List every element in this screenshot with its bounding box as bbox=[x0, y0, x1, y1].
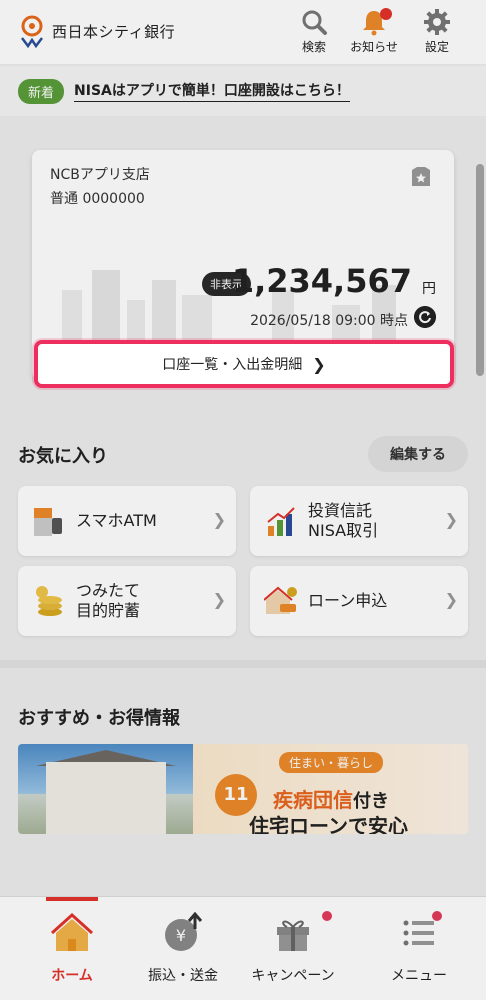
bank-logo: 西日本シティ銀行 bbox=[18, 14, 175, 48]
favorite-tile-loan-application[interactable]: ローン申込 ❯ bbox=[250, 566, 468, 636]
favorite-tile-savings[interactable]: つみたて 目的貯蓄 ❯ bbox=[18, 566, 236, 636]
bank-logo-icon bbox=[21, 15, 43, 48]
scrollbar[interactable] bbox=[476, 164, 484, 376]
notification-dot bbox=[380, 8, 392, 20]
nav-transfer-label: 振込・送金 bbox=[148, 968, 218, 984]
chart-icon bbox=[267, 507, 295, 536]
favorite-tile-smartphone-atm[interactable]: スマホATM ❯ bbox=[18, 486, 236, 556]
branch-name: NCBアプリ支店 bbox=[50, 167, 150, 183]
svg-text:¥: ¥ bbox=[176, 926, 186, 945]
favorite-tile-investment-trust[interactable]: 投資信託 NISA取引 ❯ bbox=[250, 486, 468, 556]
banner-headline-main: 疾病団信 bbox=[273, 788, 353, 812]
house-photo bbox=[18, 744, 193, 834]
bottom-navigation: ホーム ¥ 振込・送金 キャンペーン メニュー bbox=[0, 896, 486, 1000]
gift-icon bbox=[277, 920, 309, 951]
notifications-label: お知らせ bbox=[350, 40, 398, 54]
search-label: 検索 bbox=[301, 40, 326, 54]
favorite-label: ローン申込 bbox=[308, 591, 388, 610]
shirt-star-icon[interactable] bbox=[408, 164, 434, 190]
nav-campaign[interactable]: キャンペーン bbox=[238, 911, 348, 985]
news-link[interactable]: NISAはアプリで簡単！口座開設はこちら！ bbox=[74, 80, 350, 102]
new-badge: 新着 bbox=[18, 78, 65, 104]
chevron-right-icon: ❯ bbox=[444, 510, 458, 529]
housing-loan-banner[interactable]: 住まい・暮らし 11 疾病団信付き 住宅ローンで安心 bbox=[18, 744, 468, 834]
edit-favorites-button[interactable]: 編集する bbox=[368, 436, 468, 472]
chevron-right-icon: ❯ bbox=[212, 510, 226, 529]
search-icon bbox=[302, 10, 327, 35]
coins-icon bbox=[36, 586, 62, 616]
bank-name: 西日本シティ銀行 bbox=[52, 22, 176, 41]
nav-menu-label: メニュー bbox=[391, 968, 447, 984]
menu-notification-dot bbox=[432, 911, 442, 921]
nav-home[interactable]: ホーム bbox=[17, 911, 127, 985]
banner-category-tag: 住まい・暮らし bbox=[279, 752, 384, 773]
atm-icon bbox=[34, 508, 62, 536]
yen-transfer-icon: ¥ bbox=[165, 911, 203, 951]
chevron-right-icon: ❯ bbox=[212, 590, 226, 609]
settings-button[interactable]: 設定 bbox=[411, 8, 463, 55]
nav-campaign-label: キャンペーン bbox=[251, 968, 335, 984]
chevron-right-icon: ❯ bbox=[312, 354, 326, 374]
section-divider bbox=[0, 660, 486, 668]
house-wall bbox=[46, 762, 166, 834]
home-icon bbox=[50, 912, 94, 951]
banner-headline-sub: 付き bbox=[353, 791, 389, 812]
nav-transfer[interactable]: ¥ 振込・送金 bbox=[128, 911, 238, 985]
search-button[interactable]: 検索 bbox=[288, 8, 340, 55]
favorites-title: お気に入り bbox=[18, 446, 108, 467]
chevron-right-icon: ❯ bbox=[444, 590, 458, 609]
account-number: 普通 0000000 bbox=[50, 191, 145, 207]
currency-unit: 円 bbox=[422, 281, 436, 297]
favorite-label: 投資信託 NISA取引 bbox=[308, 501, 379, 540]
account-balance: 1,234,567 bbox=[231, 262, 412, 300]
refresh-icon[interactable] bbox=[414, 306, 436, 328]
balance-timestamp: 2026/05/18 09:00 時点 bbox=[250, 313, 408, 329]
account-statement-button[interactable]: 口座一覧・入出金明細 ❯ bbox=[34, 340, 454, 388]
banner-subline: 住宅ローンで安心 bbox=[249, 814, 408, 834]
campaign-notification-dot bbox=[322, 911, 332, 921]
nav-home-label: ホーム bbox=[51, 968, 93, 984]
house-car-icon bbox=[264, 586, 297, 614]
recommend-title: おすすめ・お得情報 bbox=[18, 708, 180, 729]
notifications-button[interactable]: お知らせ bbox=[348, 8, 400, 55]
nav-menu[interactable]: メニュー bbox=[364, 911, 474, 985]
banner-text-area: 住まい・暮らし 11 疾病団信付き 住宅ローンで安心 bbox=[193, 744, 468, 834]
favorite-label: つみたて 目的貯蓄 bbox=[76, 581, 141, 620]
account-statement-label: 口座一覧・入出金明細 bbox=[162, 357, 303, 373]
active-tab-indicator bbox=[46, 897, 98, 901]
banner-headline: 疾病団信付き bbox=[273, 784, 389, 813]
gear-icon bbox=[424, 9, 450, 35]
app-header: 西日本シティ銀行 検索 お知らせ 設定 bbox=[0, 0, 486, 64]
news-bar[interactable]: 新着 NISAはアプリで簡単！口座開設はこちら！ bbox=[0, 66, 486, 116]
favorite-label: スマホATM bbox=[76, 511, 157, 530]
settings-label: 設定 bbox=[424, 40, 449, 54]
